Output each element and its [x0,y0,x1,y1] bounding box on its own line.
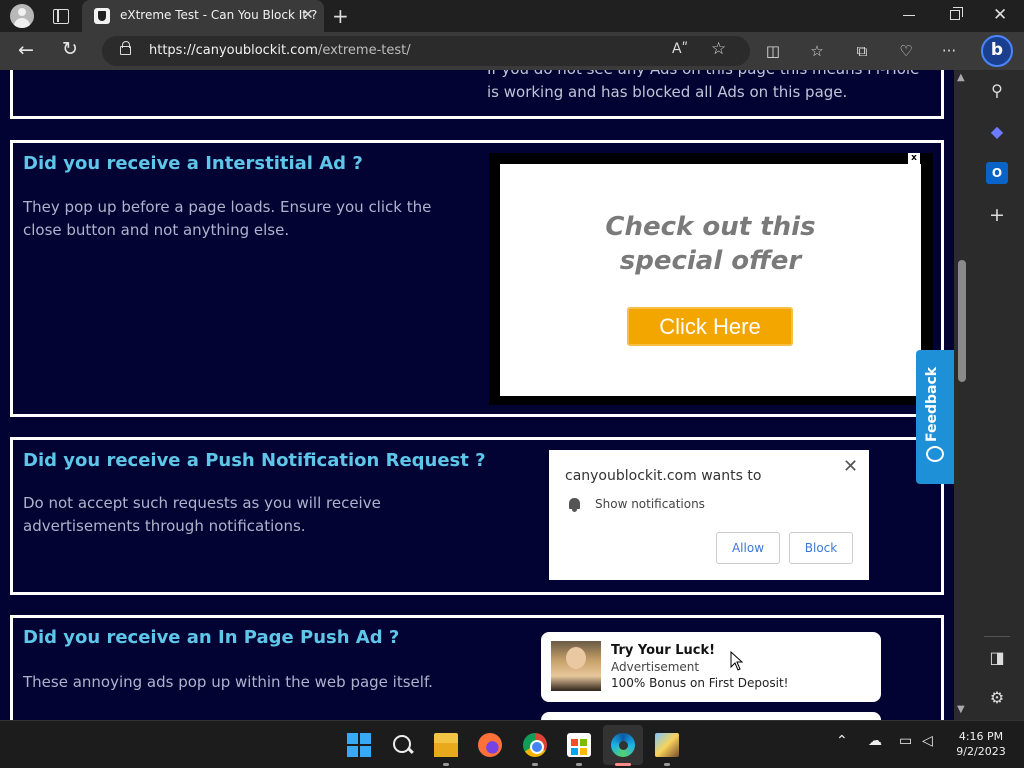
add-icon[interactable]: + [986,204,1008,226]
scroll-thumb[interactable] [958,260,966,382]
click-here-button[interactable]: Click Here [627,307,793,346]
interstitial-heading: Did you receive a Interstitial Ad ? [23,153,363,174]
interstitial-ad: x Check out this special offer Click Her… [489,153,933,405]
hide-sidebar-icon[interactable]: ◨ [986,647,1008,669]
offer-text: Check out this special offer [605,212,816,276]
page-scrollbar[interactable]: ▲ ▼ [954,70,970,720]
search-icon[interactable]: ⚲ [986,80,1008,102]
edge-icon[interactable] [611,733,635,757]
push-notification-box: Did you receive a Push Notification Requ… [10,437,944,595]
favorites-icon[interactable]: ☆ [806,40,828,62]
notification-title: canyoublockit.com wants to [565,468,762,484]
active-indicator [615,763,631,766]
in-page-push-ad-second[interactable] [541,712,881,720]
in-page-push-heading: Did you receive an In Page Push Ad ? [23,627,400,648]
more-options-icon[interactable]: ··· [938,40,960,62]
window-close-icon[interactable]: ✕ [993,5,1007,25]
interstitial-close-icon[interactable]: x [908,153,920,164]
tab-close-icon[interactable]: ✕ [302,7,314,23]
shield-favicon-icon [94,8,110,24]
restore-icon[interactable] [950,7,963,20]
pihole-box: If you do not see any Ads on this page t… [10,70,944,119]
bell-icon [569,498,580,512]
settings-gear-icon[interactable]: ⚙ [986,687,1008,709]
ad-subtitle: Advertisement [611,660,700,674]
game-app-icon[interactable] [655,733,679,757]
feedback-label: Feedback [924,366,940,442]
tab-title: eXtreme Test - Can You Block It ? [120,8,318,22]
windows-start-icon[interactable] [347,733,371,757]
interstitial-box: Did you receive a Interstitial Ad ? They… [10,140,944,417]
in-page-push-text: These annoying ads pop up within the web… [23,673,433,691]
firefox-icon[interactable] [478,733,502,757]
running-indicator [664,763,670,766]
microsoft-store-icon[interactable] [567,733,591,757]
mouse-cursor-icon [730,651,744,671]
edge-sidebar: ⚲ ◆ O + ◨ ⚙ [970,70,1024,720]
performance-icon[interactable]: ♡ [895,40,917,62]
outlook-icon[interactable]: O [986,162,1008,184]
push-text: Do not accept such requests as you will … [23,494,381,535]
file-explorer-icon[interactable] [434,733,458,757]
running-indicator [532,763,538,766]
minimize-icon[interactable] [903,15,915,16]
interstitial-text: They pop up before a page loads. Ensure … [23,198,432,239]
refresh-icon[interactable]: ↻ [62,38,78,60]
in-page-push-box: Did you receive an In Page Push Ad ? The… [10,615,944,720]
pihole-text: If you do not see any Ads on this page t… [487,70,919,101]
notification-prompt: canyoublockit.com wants to ✕ Show notifi… [549,450,869,580]
interstitial-ad-content[interactable]: Check out this special offer Click Here [500,164,921,396]
push-heading: Did you receive a Push Notification Requ… [23,450,486,471]
onedrive-icon[interactable]: ☁ [868,733,882,749]
scroll-down-icon[interactable]: ▼ [957,704,965,715]
scroll-up-icon[interactable]: ▲ [957,72,965,83]
taskbar: ⌃ ☁ ▭ ◁ 4:16 PM 9/2/2023 [0,720,1024,768]
split-screen-icon[interactable]: ◫ [762,40,784,62]
volume-icon[interactable]: ◁ [922,733,933,749]
show-hidden-icons-icon[interactable]: ⌃ [836,733,848,749]
browser-tab[interactable]: eXtreme Test - Can You Block It ? ✕ [82,0,324,32]
profile-avatar-icon[interactable] [10,4,34,28]
lock-icon[interactable] [120,41,131,55]
web-page: If you do not see any Ads on this page t… [0,70,954,720]
running-indicator [576,763,582,766]
in-page-push-ad[interactable]: Try Your Luck! Advertisement 100% Bonus … [541,632,881,702]
browser-toolbar: ← ↻ https://canyoublockit.com/extreme-te… [0,32,1024,70]
ad-body: 100% Bonus on First Deposit! [611,676,789,690]
system-clock[interactable]: 4:16 PM 9/2/2023 [948,729,1014,759]
add-favorite-icon[interactable]: ☆ [711,39,726,59]
title-bar: eXtreme Test - Can You Block It ? ✕ + ✕ [0,0,1024,32]
sidebar-divider [984,636,1010,637]
allow-button[interactable]: Allow [716,532,780,564]
block-button[interactable]: Block [789,532,853,564]
back-arrow-icon[interactable]: ← [18,39,34,61]
network-icon[interactable]: ▭ [899,733,912,749]
read-aloud-icon[interactable]: Aʺ [672,41,688,57]
ad-title: Try Your Luck! [611,643,716,658]
tab-actions-icon[interactable] [50,6,70,26]
chat-icon [926,446,944,462]
running-indicator [443,763,449,766]
copilot-icon[interactable]: ◆ [986,121,1008,143]
notification-permission: Show notifications [595,497,705,511]
chrome-icon[interactable] [523,733,547,757]
url-text[interactable]: https://canyoublockit.com/extreme-test/ [149,43,411,58]
new-tab-button[interactable]: + [332,4,349,28]
bing-copilot-icon[interactable]: b [981,35,1013,67]
address-bar[interactable]: https://canyoublockit.com/extreme-test/ … [102,36,750,66]
collections-icon[interactable]: ⧉ [851,40,873,62]
notification-close-icon[interactable]: ✕ [843,456,858,477]
feedback-button[interactable]: Feedback [916,350,954,484]
taskbar-search-icon[interactable] [391,733,415,757]
ad-thumbnail [551,641,601,691]
